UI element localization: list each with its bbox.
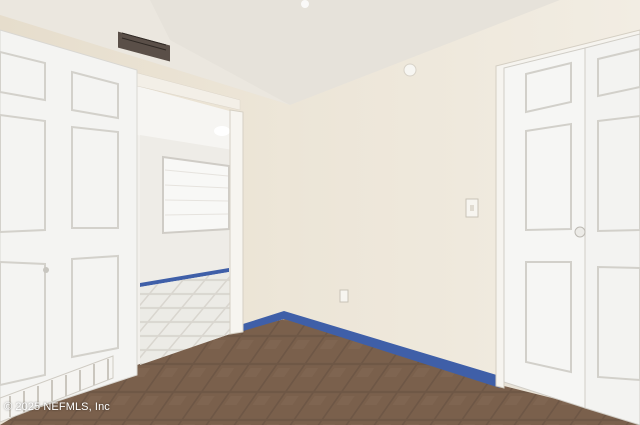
doorway-frame xyxy=(229,109,244,335)
watermark: © 2025 NEFMLS, Inc xyxy=(4,401,110,413)
closet-door-left xyxy=(503,47,586,409)
closet-knob xyxy=(574,226,586,238)
open-door xyxy=(0,29,138,421)
smoke-detector xyxy=(403,63,417,77)
room-photo: © 2025 NEFMLS, Inc xyxy=(0,0,640,425)
room-scene xyxy=(0,0,640,425)
window xyxy=(162,155,230,235)
wall-outlet xyxy=(339,289,349,303)
